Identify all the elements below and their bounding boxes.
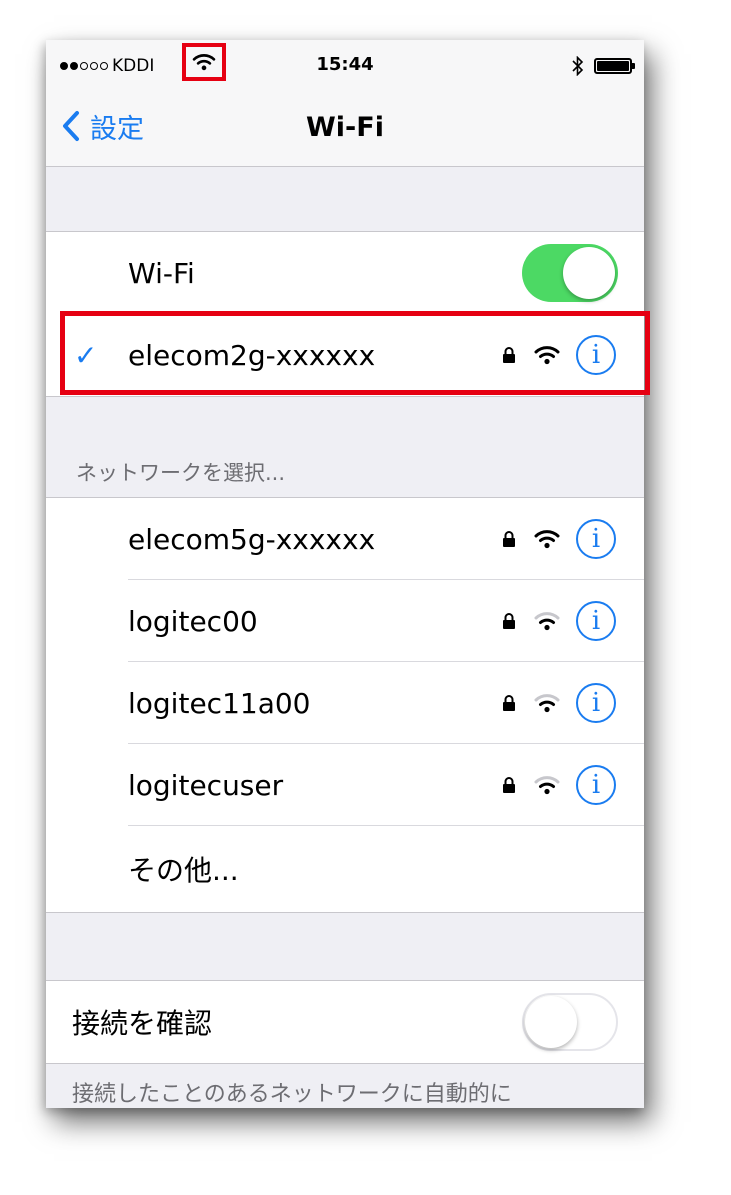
wifi-toggle-row: Wi-Fi xyxy=(46,232,644,314)
info-button[interactable]: i xyxy=(576,601,616,641)
ask-to-join-label: 接続を確認 xyxy=(72,1007,213,1040)
navigation-bar: 設定 Wi-Fi xyxy=(46,90,644,167)
page-title: Wi-Fi xyxy=(306,112,384,143)
lock-icon xyxy=(503,695,515,711)
status-bar: KDDI 15:44 xyxy=(46,40,644,90)
info-button[interactable]: i xyxy=(576,519,616,559)
battery-icon xyxy=(594,58,635,74)
other-network-row[interactable]: その他... xyxy=(46,826,644,912)
connected-network-row[interactable]: ✓ elecom2g-xxxxxx i xyxy=(46,314,644,396)
network-row[interactable]: logitec00 i xyxy=(46,580,644,662)
status-wifi-highlight xyxy=(182,43,226,81)
network-name: logitecuser xyxy=(128,768,284,802)
ask-to-join-group: 接続を確認 xyxy=(46,980,644,1064)
wifi-group: Wi-Fi ✓ elecom2g-xxxxxx i xyxy=(46,231,644,397)
phone-screen: KDDI 15:44 設定 Wi-Fi Wi-Fi ✓ elecom2g-xxx… xyxy=(46,40,644,1108)
network-row[interactable]: logitec11a00 i xyxy=(46,662,644,744)
status-time: 15:44 xyxy=(316,54,374,75)
info-button[interactable]: i xyxy=(576,765,616,805)
wifi-toggle-label: Wi-Fi xyxy=(128,256,195,290)
status-right-icons xyxy=(572,56,635,76)
lock-icon xyxy=(503,531,515,547)
network-name: logitec00 xyxy=(128,604,258,638)
lock-icon xyxy=(503,777,515,793)
lock-icon xyxy=(503,347,515,363)
status-wifi-icon xyxy=(192,54,216,71)
network-name: logitec11a00 xyxy=(128,686,311,720)
ask-to-join-footer: 接続したことのあるネットワークに自動的に xyxy=(72,1082,512,1107)
screenshot-stage: KDDI 15:44 設定 Wi-Fi Wi-Fi ✓ elecom2g-xxx… xyxy=(0,0,731,1195)
wifi-signal-icon xyxy=(534,694,560,713)
network-row[interactable]: logitecuser i xyxy=(46,744,644,826)
wifi-signal-icon xyxy=(534,530,560,549)
info-button[interactable]: i xyxy=(576,683,616,723)
bluetooth-icon xyxy=(572,56,584,76)
connected-network-name: elecom2g-xxxxxx xyxy=(128,338,376,372)
lock-icon xyxy=(503,613,515,629)
wifi-signal-icon xyxy=(534,776,560,795)
ask-to-join-toggle-switch[interactable] xyxy=(522,993,618,1051)
wifi-signal-icon xyxy=(534,346,560,365)
section-header: ネットワークを選択... xyxy=(76,461,286,485)
wifi-signal-icon xyxy=(534,612,560,631)
network-row[interactable]: elecom5g-xxxxxx i xyxy=(46,498,644,580)
ask-to-join-row: 接続を確認 xyxy=(46,981,644,1063)
info-button[interactable]: i xyxy=(576,335,616,375)
checkmark-icon: ✓ xyxy=(74,338,98,372)
other-network-label: その他... xyxy=(128,854,239,887)
networks-group: elecom5g-xxxxxx i logitec00 i logitec11a… xyxy=(46,497,644,913)
network-name: elecom5g-xxxxxx xyxy=(128,522,376,556)
wifi-toggle-switch[interactable] xyxy=(522,244,618,302)
